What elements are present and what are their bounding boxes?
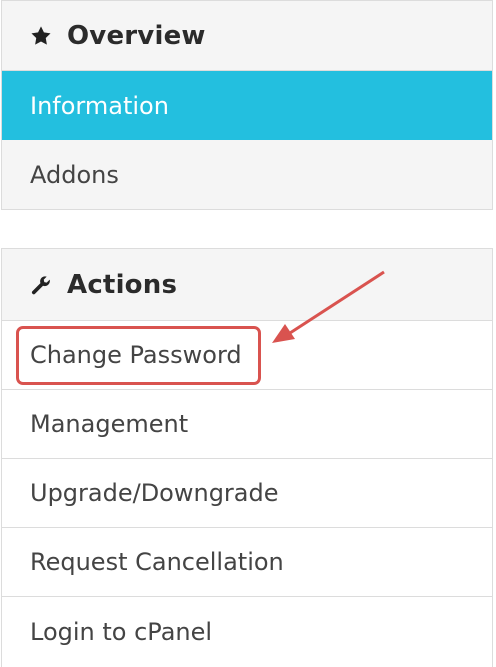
annotation-arrow bbox=[272, 270, 385, 343]
